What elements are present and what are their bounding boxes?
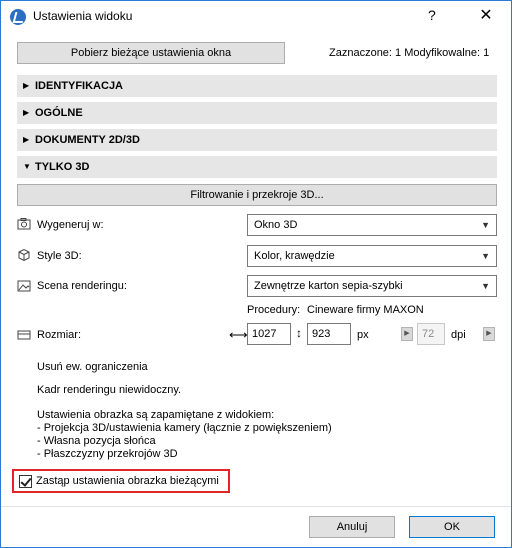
chevron-down-icon: ▼ (481, 281, 490, 291)
style-3d-label: Style 3D: (37, 250, 82, 262)
remove-limits-note: Usuń ew. ograniczenia (37, 361, 148, 373)
section-identyfikacja[interactable]: ▶ IDENTYFIKACJA (17, 75, 497, 97)
procedure-value: Cineware firmy MAXON (307, 304, 424, 316)
procedure-label: Procedury: (247, 304, 301, 316)
camera-icon (17, 218, 31, 230)
window-title: Ustawienia widoku (33, 9, 133, 23)
section-label: TYLKO 3D (35, 161, 90, 173)
style-3d-select[interactable]: Kolor, krawędzie ▼ (247, 245, 497, 267)
size-unit: px (357, 329, 369, 341)
selection-status: Zaznaczone: 1 Modyfikowalne: 1 (329, 47, 490, 59)
section-label: IDENTYFIKACJA (35, 80, 124, 92)
expand-arrow-icon: ▶ (23, 108, 30, 117)
generate-in-label: Wygeneruj w: (37, 219, 104, 231)
render-scene-select[interactable]: Zewnętrze karton sepia-szybki ▼ (247, 275, 497, 297)
width-arrow-icon: ⟷ (229, 327, 248, 342)
dpi-increase-button[interactable]: ▶ (483, 327, 495, 341)
render-scene-value: Zewnętrze karton sepia-szybki (254, 280, 403, 292)
cube-icon (18, 248, 30, 262)
size-label: Rozmiar: (37, 329, 82, 341)
view-settings-dialog: Ustawienia widoku ? ✕ Pobierz bieżące us… (0, 0, 512, 548)
section-label: OGÓLNE (35, 107, 83, 119)
image-icon (17, 280, 31, 292)
saved-settings-title: Ustawienia obrazka są zapamiętane z wido… (37, 409, 275, 421)
section-ogolne[interactable]: ▶ OGÓLNE (17, 102, 497, 124)
style-3d-value: Kolor, krawędzie (254, 250, 335, 262)
render-frame-note: Kadr renderingu niewidoczny. (37, 384, 182, 396)
help-button[interactable]: ? (428, 7, 436, 23)
collapse-arrow-icon: ▼ (23, 162, 31, 171)
title-bar: Ustawienia widoku ? ✕ (1, 1, 511, 32)
width-input[interactable]: 1027 (247, 323, 291, 345)
replace-settings-checkbox[interactable] (19, 475, 32, 488)
chevron-down-icon: ▼ (481, 220, 490, 230)
section-tylko-3d[interactable]: ▼ TYLKO 3D (17, 156, 497, 178)
section-dokumenty[interactable]: ▶ DOKUMENTY 2D/3D (17, 129, 497, 151)
render-scene-label: Scena renderingu: (37, 280, 127, 292)
close-button[interactable]: ✕ (471, 4, 501, 28)
section-label: DOKUMENTY 2D/3D (35, 134, 140, 146)
dpi-input[interactable]: 72 (417, 323, 445, 345)
ok-button[interactable]: OK (409, 516, 495, 538)
height-arrow-icon: ↕ (296, 326, 302, 340)
filter-sections-3d-button[interactable]: Filtrowanie i przekroje 3D... (17, 184, 497, 206)
generate-in-select[interactable]: Okno 3D ▼ (247, 214, 497, 236)
generate-in-value: Okno 3D (254, 219, 298, 231)
chevron-down-icon: ▼ (481, 251, 490, 261)
fetch-current-settings-button[interactable]: Pobierz bieżące ustawienia okna (17, 42, 285, 64)
footer-divider (1, 506, 511, 507)
expand-arrow-icon: ▶ (23, 135, 30, 144)
cancel-button[interactable]: Anuluj (309, 516, 395, 538)
expand-arrow-icon: ▶ (23, 81, 30, 90)
dpi-label: dpi (451, 329, 466, 341)
saved-settings-item: - Projekcja 3D/ustawienia kamery (łączni… (37, 422, 332, 434)
replace-settings-label: Zastąp ustawienia obrazka bieżącymi (36, 475, 219, 487)
app-logo-icon (10, 9, 26, 25)
height-input[interactable]: 923 (307, 323, 351, 345)
saved-settings-item: - Własna pozycja słońca (37, 435, 156, 447)
size-icon (17, 330, 31, 340)
dpi-decrease-button[interactable]: ▶ (401, 327, 413, 341)
saved-settings-item: - Płaszczyzny przekrojów 3D (37, 448, 178, 460)
replace-settings-checkbox-row[interactable]: Zastąp ustawienia obrazka bieżącymi (12, 469, 230, 493)
